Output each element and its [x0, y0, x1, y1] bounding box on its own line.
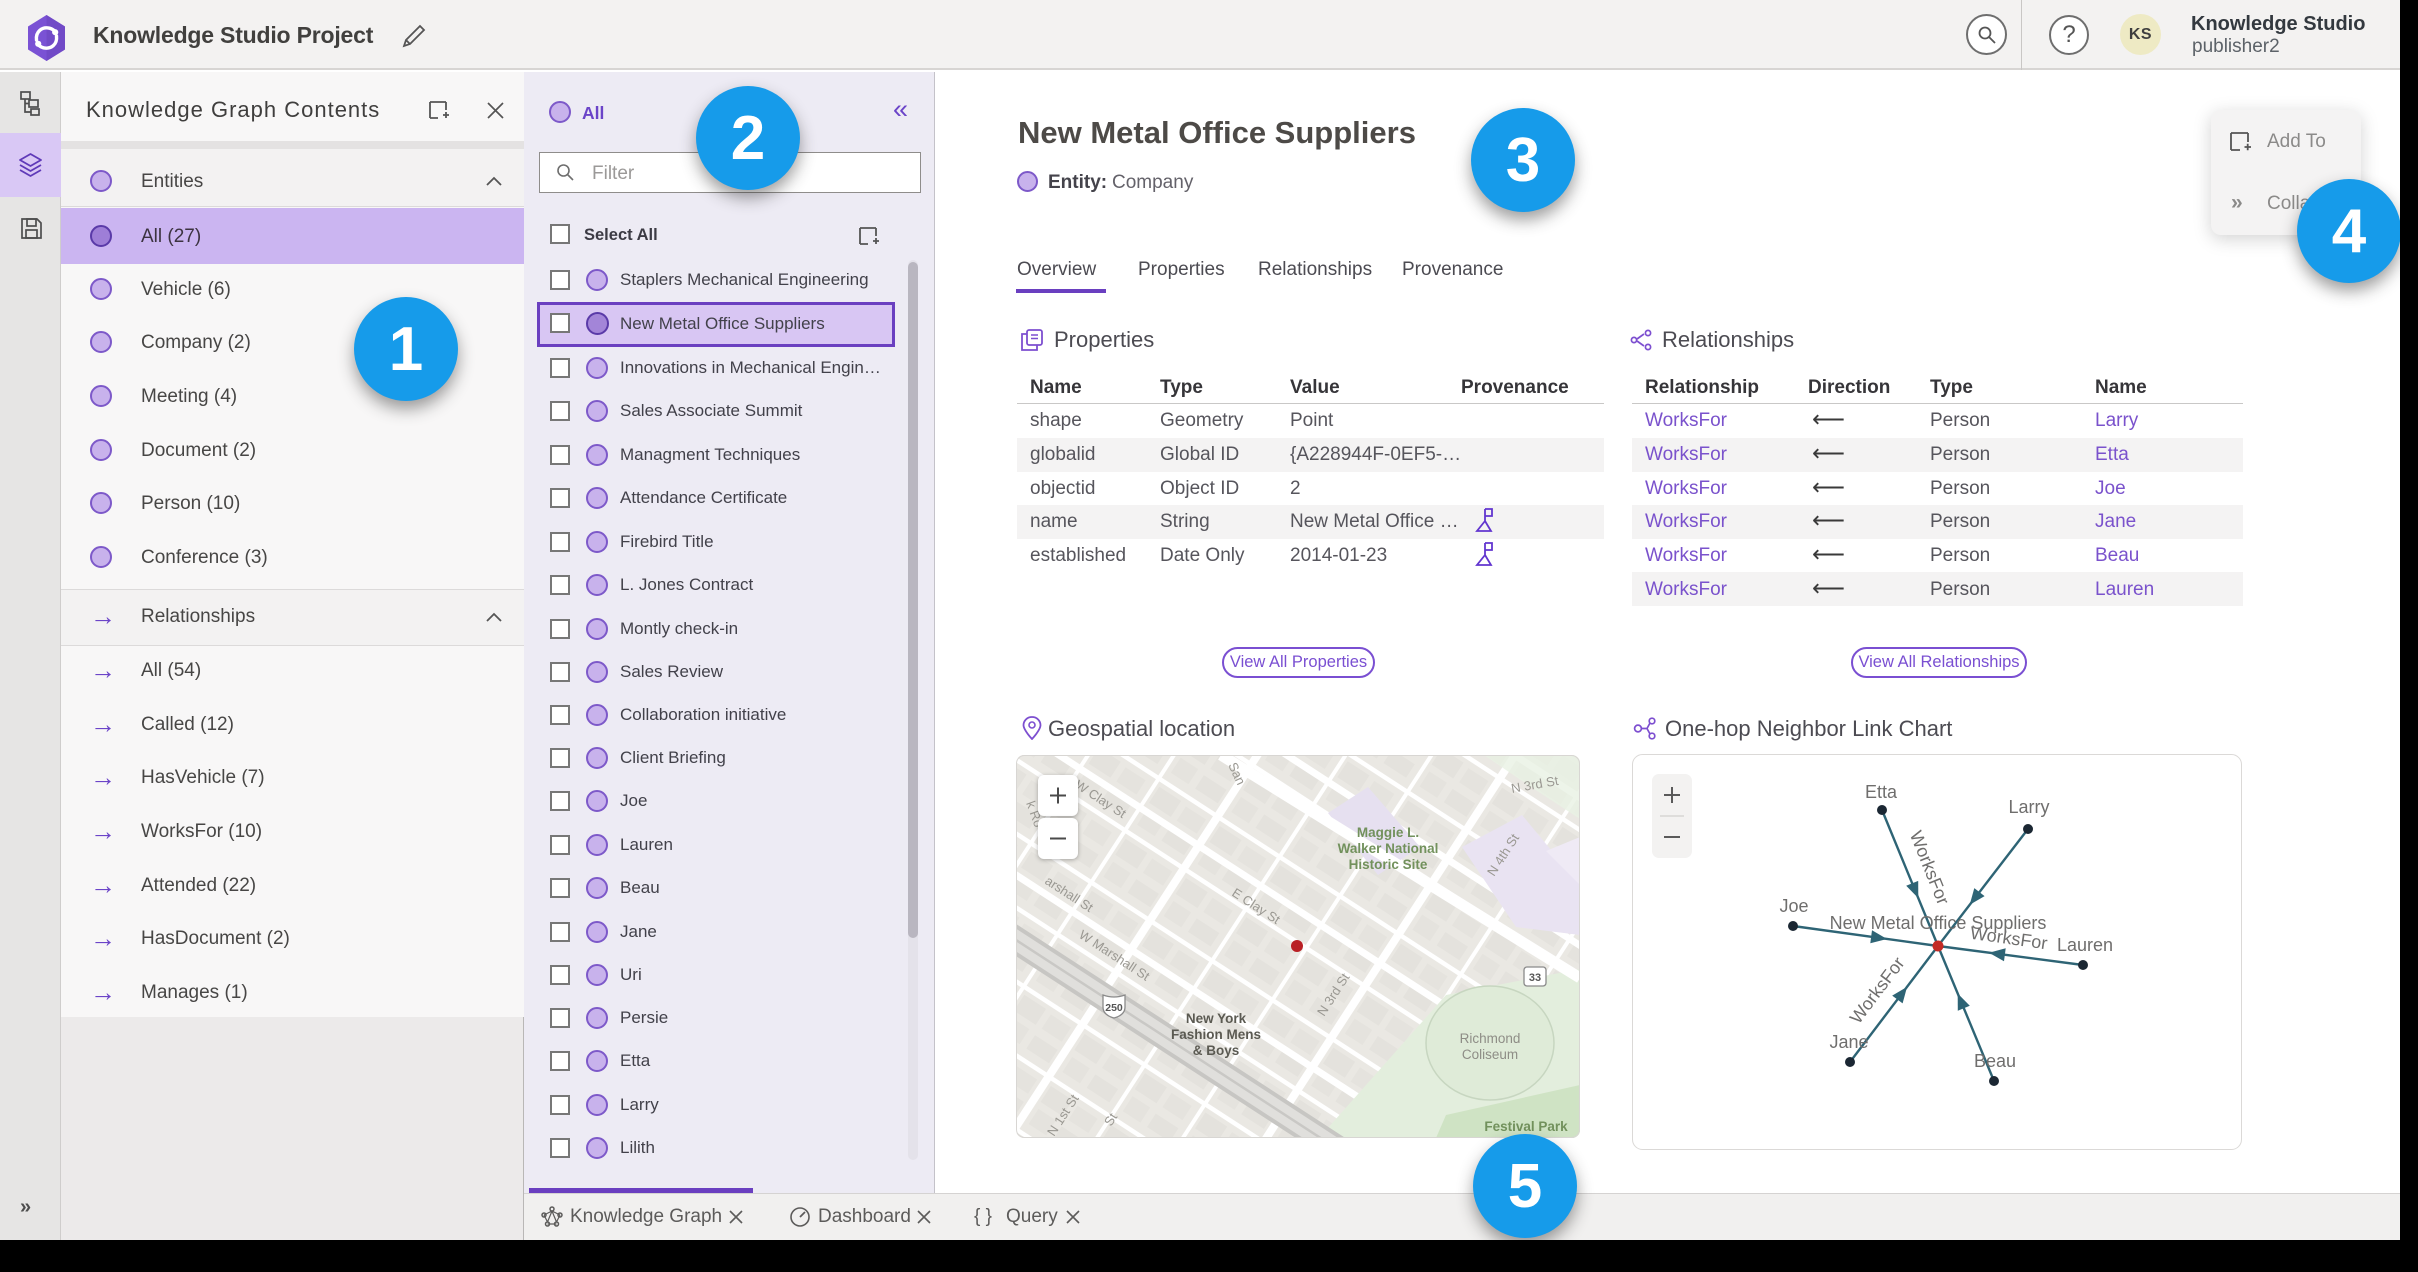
svg-text:Joe: Joe [1779, 896, 1808, 916]
svg-text:Festival Park: Festival Park [1484, 1119, 1568, 1134]
svg-text:Historic Site: Historic Site [1349, 857, 1428, 872]
svg-text:Beau: Beau [1974, 1051, 2016, 1071]
svg-text:Lauren: Lauren [2057, 935, 2113, 955]
svg-text:Etta: Etta [1865, 782, 1898, 802]
svg-text:Maggie L.: Maggie L. [1357, 825, 1419, 840]
svg-text:Coliseum: Coliseum [1462, 1047, 1518, 1062]
svg-text:Walker National: Walker National [1338, 841, 1439, 856]
svg-text:Larry: Larry [2008, 797, 2049, 817]
svg-text:Fashion Mens: Fashion Mens [1171, 1027, 1261, 1042]
svg-text:33: 33 [1529, 972, 1541, 984]
svg-text:& Boys: & Boys [1193, 1043, 1240, 1058]
svg-text:New York: New York [1186, 1011, 1247, 1026]
svg-text:Jane: Jane [1829, 1032, 1868, 1052]
svg-text:Richmond: Richmond [1460, 1031, 1521, 1046]
svg-text:250: 250 [1105, 1002, 1123, 1014]
